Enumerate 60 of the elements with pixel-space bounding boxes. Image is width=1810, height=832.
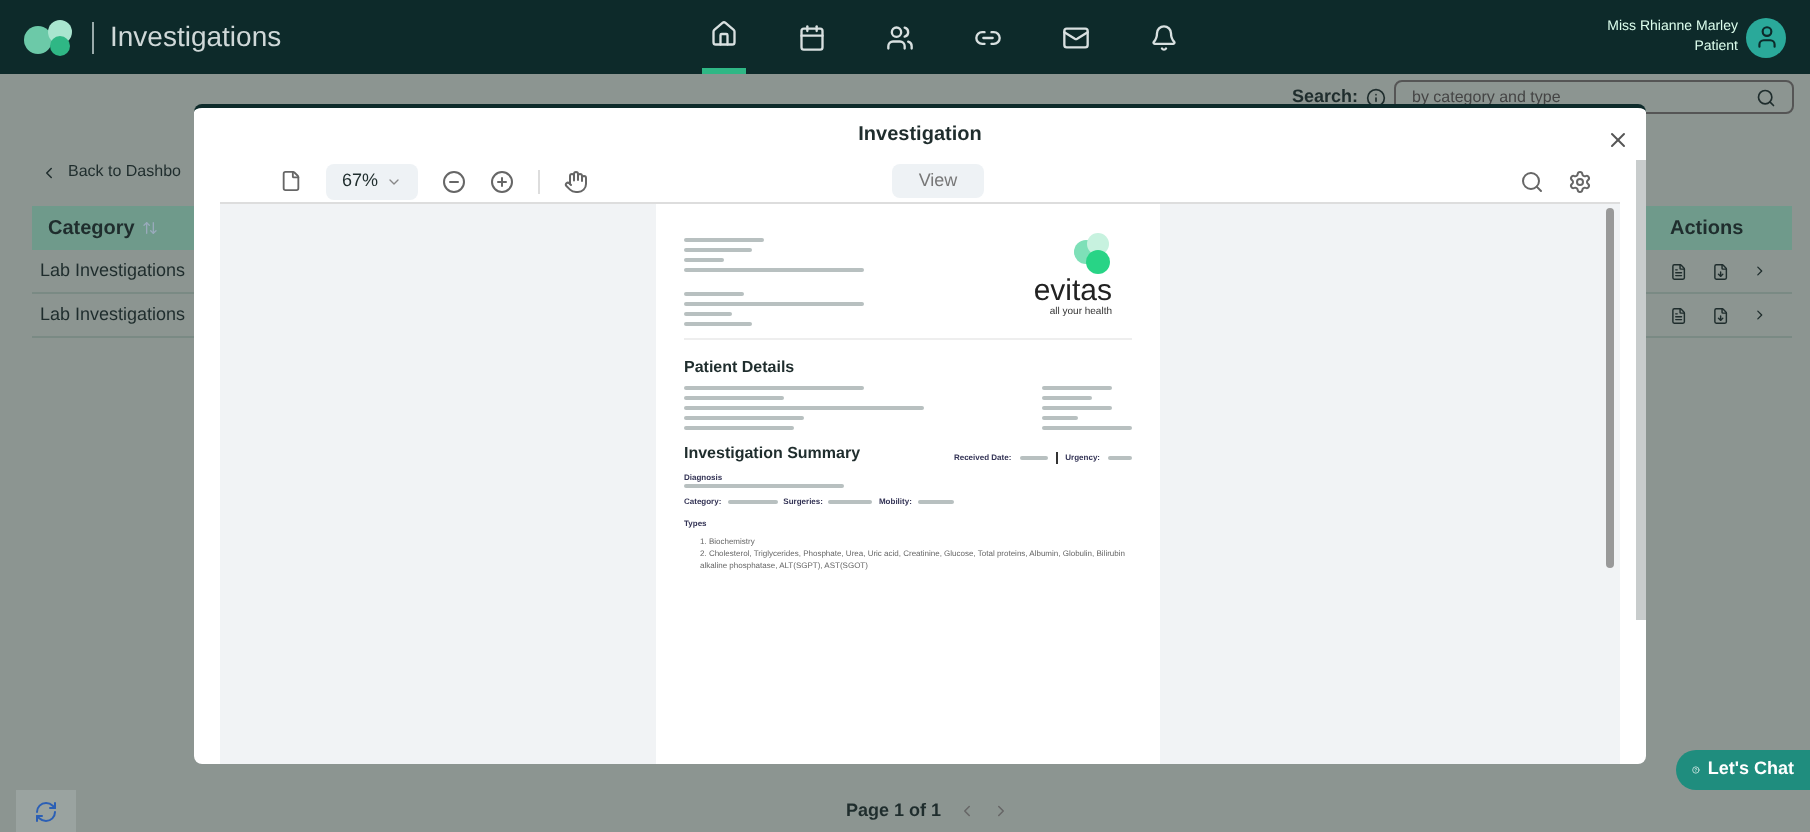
blurred-text-line	[684, 416, 804, 420]
blurred-text-line	[917, 500, 954, 504]
blurred-text-line	[1042, 396, 1092, 400]
logo-icon	[24, 19, 76, 55]
settings-icon[interactable]	[1568, 169, 1592, 193]
modal-title: Investigation	[858, 121, 982, 149]
app-title: Investigations	[110, 18, 282, 56]
zoom-select[interactable]: 67%	[326, 163, 419, 199]
help-icon	[1692, 760, 1700, 780]
blurred-text-line	[684, 322, 752, 326]
blurred-text-line	[1042, 406, 1112, 410]
download-icon[interactable]	[1711, 261, 1729, 281]
blurred-text-line	[1042, 426, 1132, 430]
scrollbar[interactable]	[1606, 208, 1614, 568]
mail-icon	[1061, 23, 1090, 51]
recaptcha-icon	[16, 790, 76, 832]
zoom-out-icon[interactable]	[442, 169, 467, 193]
blurred-text-line	[1108, 456, 1132, 460]
pdf-icon[interactable]	[1670, 261, 1688, 281]
download-icon[interactable]	[1711, 305, 1729, 325]
page-indicator: Page 1 of 1	[846, 798, 942, 824]
zoom-in-icon[interactable]	[490, 169, 515, 193]
back-icon	[40, 163, 58, 181]
section-heading: Patient Details	[684, 356, 797, 380]
blurred-text-line	[684, 426, 794, 430]
view-button[interactable]: View	[892, 164, 985, 198]
pan-icon[interactable]	[564, 169, 589, 193]
column-header: Category	[48, 215, 135, 243]
table-cell-text: Lab Investigations	[40, 257, 186, 284]
blurred-text-line	[727, 500, 778, 504]
users-icon	[885, 23, 914, 51]
outer-scrollbar[interactable]	[1636, 160, 1646, 620]
chat-button[interactable]: Let's Chat	[1676, 750, 1810, 790]
blurred-text-line	[684, 238, 764, 242]
bell-icon	[1149, 23, 1178, 51]
blurred-text-line	[684, 248, 752, 252]
blurred-text-line	[684, 396, 784, 400]
calendar-icon	[797, 23, 826, 51]
search-label: Search:	[1291, 83, 1358, 110]
column-header: Actions	[1670, 215, 1744, 243]
info-icon	[1366, 87, 1386, 107]
brand-logo-icon	[1072, 232, 1112, 276]
close-icon[interactable]	[1606, 128, 1630, 152]
blurred-text-line	[828, 500, 873, 504]
blurred-text-line	[684, 258, 724, 262]
pdf-icon[interactable]	[1670, 305, 1688, 325]
blurred-text-line	[1042, 416, 1078, 420]
page-icon[interactable]	[280, 170, 302, 192]
back-link[interactable]: Back to Dashbo	[68, 160, 181, 184]
blurred-text-line	[684, 312, 732, 316]
search-icon[interactable]	[1520, 169, 1544, 193]
blurred-text-line	[1019, 456, 1048, 460]
table-cell-text: Lab Investigations	[40, 301, 186, 328]
blurred-text-line	[684, 292, 744, 296]
section-heading: Investigation Summary	[684, 442, 861, 466]
avatar-icon[interactable]	[1746, 17, 1786, 57]
brand-name: evitas	[1033, 276, 1112, 306]
home-icon	[709, 20, 738, 48]
blurred-text-line	[1042, 386, 1112, 390]
search-icon[interactable]	[1756, 87, 1776, 107]
